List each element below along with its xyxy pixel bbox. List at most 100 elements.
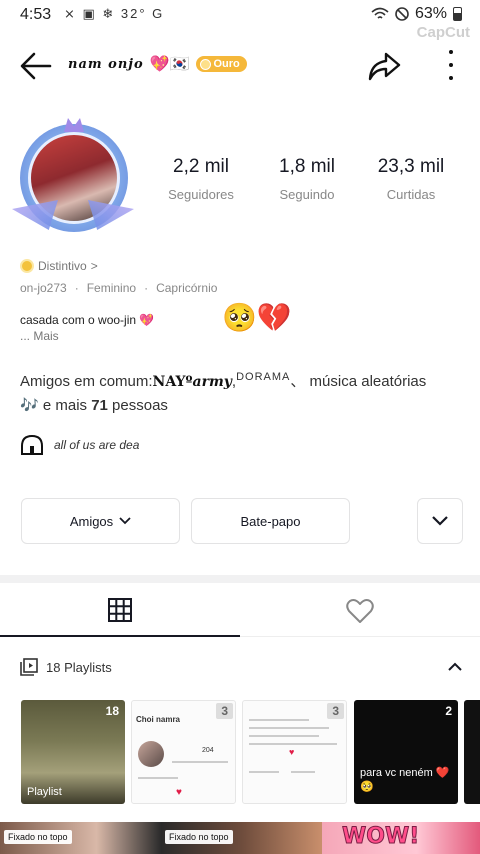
wifi-icon bbox=[371, 7, 389, 19]
capcut-watermark: CapCut bbox=[416, 24, 470, 41]
bio-emoji: 🥺💔 bbox=[222, 302, 292, 333]
placeholder-line bbox=[249, 743, 337, 745]
following-stat[interactable]: 1,8 mil Seguindo bbox=[262, 156, 352, 202]
placeholder-line bbox=[249, 727, 329, 729]
share-button[interactable] bbox=[366, 48, 404, 84]
coin-icon bbox=[199, 58, 211, 70]
arrow-left-icon bbox=[20, 52, 52, 80]
common-friend-1b: army bbox=[192, 374, 232, 390]
playlist-thumb-title: Choi namra bbox=[136, 715, 181, 724]
playlist-card[interactable]: 2 para vc neném ❤️🥺 bbox=[354, 700, 458, 804]
heart-outline-icon bbox=[346, 598, 374, 623]
distinctive-link[interactable]: Distintivo > bbox=[20, 259, 98, 273]
likes-count: 23,3 mil bbox=[377, 156, 445, 177]
common-friends-suffix: e mais bbox=[38, 397, 92, 414]
status-right: 63% bbox=[371, 5, 462, 23]
bio-more-link[interactable]: ... Mais bbox=[20, 329, 59, 343]
more-options-button[interactable] bbox=[444, 50, 458, 80]
status-time: 4:53 bbox=[20, 6, 52, 23]
tab-liked[interactable] bbox=[240, 585, 480, 637]
chat-button[interactable]: Bate-papo bbox=[191, 498, 350, 544]
status-notification-icons: ⨯ ▣ ❄ 32° G bbox=[64, 6, 165, 21]
likes-stat[interactable]: 23,3 mil Curtidas bbox=[366, 156, 456, 202]
distinctive-icon bbox=[20, 259, 34, 273]
heart-icon: ♥ bbox=[176, 787, 182, 798]
following-count: 1,8 mil bbox=[279, 156, 335, 177]
placeholder-line bbox=[249, 771, 279, 773]
playlist-caption: para vc neném ❤️🥺 bbox=[360, 767, 450, 793]
meta-separator: · bbox=[144, 281, 149, 295]
chat-button-label: Bate-papo bbox=[240, 513, 301, 529]
avatar[interactable] bbox=[12, 118, 134, 244]
dot-icon bbox=[449, 76, 453, 80]
common-friends-suffix2: pessoas bbox=[107, 397, 168, 414]
playlists-header[interactable]: 18 Playlists bbox=[20, 658, 112, 676]
playlist-card[interactable]: 3 ♥ bbox=[242, 700, 347, 804]
battery-percent: 63% bbox=[414, 5, 447, 22]
username-emoji: 💖🇰🇷 bbox=[149, 56, 190, 73]
wow-sticker: WOW! bbox=[341, 824, 420, 850]
share-arrow-icon bbox=[368, 52, 401, 81]
bio-text: casada com o woo-jin 💖 bbox=[20, 313, 155, 327]
playlist-thumb-avatar bbox=[138, 741, 164, 767]
playlist-thumb-stat: 204 bbox=[202, 747, 214, 754]
common-friends-count: 71 bbox=[91, 397, 108, 414]
common-friend-3: música aleatórias bbox=[305, 373, 427, 390]
status-bar: 4:53 ⨯ ▣ ❄ 32° G 63% bbox=[0, 0, 480, 30]
suggested-accounts-button[interactable] bbox=[417, 498, 463, 544]
friends-button[interactable]: Amigos bbox=[21, 498, 180, 544]
playlist-icon bbox=[20, 658, 38, 676]
dnd-icon bbox=[395, 7, 409, 21]
placeholder-line bbox=[172, 761, 228, 763]
profile-title: nam onjo 💖🇰🇷 Ouro bbox=[68, 54, 247, 74]
placeholder-line bbox=[249, 735, 319, 737]
tab-videos[interactable] bbox=[0, 585, 240, 637]
playlist-card[interactable]: 3 Choi namra 204 ♥ bbox=[131, 700, 236, 804]
distinctive-label: Distintivo bbox=[38, 259, 87, 273]
playlist-video-count: 3 bbox=[327, 703, 344, 719]
likes-label: Curtidas bbox=[386, 187, 436, 202]
profile-header: nam onjo 💖🇰🇷 Ouro bbox=[0, 44, 480, 88]
playlists-count-label: 18 Playlists bbox=[46, 659, 112, 675]
battery-icon bbox=[453, 7, 462, 21]
ouro-badge[interactable]: Ouro bbox=[195, 56, 247, 72]
dot-icon bbox=[449, 50, 453, 54]
heart-icon: ♥ bbox=[289, 747, 295, 757]
playlist-caption: Playlist bbox=[27, 786, 62, 798]
playlists-collapse-button[interactable] bbox=[446, 658, 464, 676]
placeholder-line bbox=[249, 719, 309, 721]
profile-sign: Capricórnio bbox=[156, 281, 218, 295]
playlist-video-count: 18 bbox=[105, 704, 119, 718]
section-divider bbox=[0, 575, 480, 583]
followers-label: Seguidores bbox=[168, 187, 234, 202]
friends-button-label: Amigos bbox=[69, 513, 114, 529]
common-friend-1: NAYº bbox=[152, 374, 193, 390]
dome-link-icon bbox=[21, 434, 43, 455]
video-grid-row: Fixado no topo Fixado no topo WOW! bbox=[0, 822, 480, 854]
followers-count: 2,2 mil bbox=[173, 156, 229, 177]
dot-icon bbox=[449, 63, 453, 67]
common-friends[interactable]: Amigos em comum:NAYºarmy,DORAMA、 música … bbox=[20, 365, 465, 418]
profile-handle: on-jo273 bbox=[20, 281, 67, 295]
chevron-right-icon: > bbox=[90, 259, 98, 273]
video-thumbnail[interactable]: WOW! bbox=[322, 822, 480, 854]
meta-separator: · bbox=[74, 281, 79, 295]
placeholder-line bbox=[138, 777, 178, 779]
playlist-card[interactable]: 18 Playlist bbox=[21, 700, 125, 804]
following-label: Seguindo bbox=[279, 187, 335, 202]
pinned-badge: Fixado no topo bbox=[165, 830, 233, 844]
playlist-video-count: 3 bbox=[216, 703, 233, 719]
followers-stat[interactable]: 2,2 mil Seguidores bbox=[156, 156, 246, 202]
video-thumbnail[interactable]: Fixado no topo bbox=[0, 822, 161, 854]
profile-link[interactable]: all of us are dea bbox=[20, 434, 139, 456]
placeholder-line bbox=[291, 771, 315, 773]
back-button[interactable] bbox=[18, 48, 58, 84]
profile-meta: on-jo273 · Feminino · Capricórnio bbox=[20, 281, 217, 295]
grid-icon bbox=[108, 598, 132, 622]
video-thumbnail[interactable]: Fixado no topo bbox=[161, 822, 322, 854]
profile-link-text: all of us are dea bbox=[54, 438, 140, 452]
chevron-up-icon bbox=[448, 662, 462, 671]
common-friends-prefix: Amigos em comum: bbox=[20, 373, 153, 390]
common-friend-2: DORAMA bbox=[236, 371, 291, 383]
playlist-card-partial[interactable] bbox=[464, 700, 480, 804]
